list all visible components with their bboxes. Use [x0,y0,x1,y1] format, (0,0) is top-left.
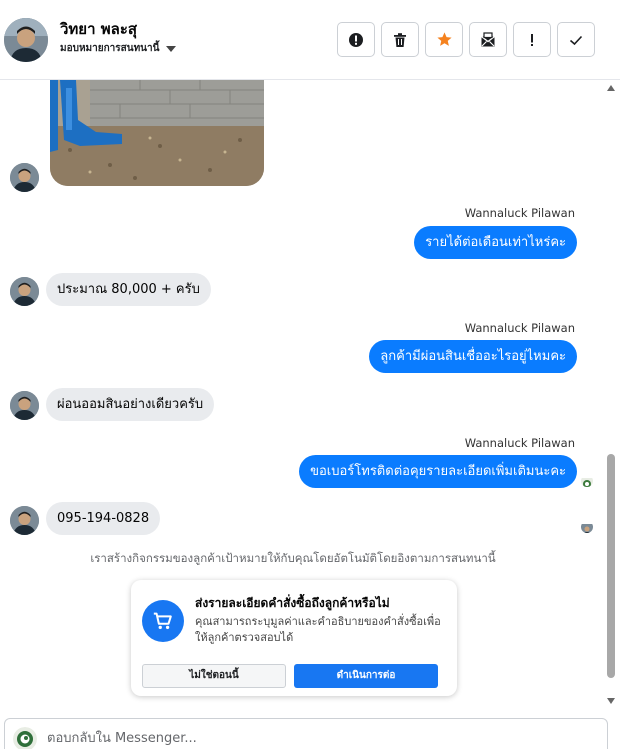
outgoing-message-bubble[interactable]: รายได้ต่อเดือนเท่าไหร่คะ [414,226,577,259]
star-icon [436,32,452,46]
contact-avatar[interactable] [4,18,48,62]
not-now-button[interactable]: ไม่ใช่ตอนนี้ [142,664,286,688]
assign-conversation-dropdown[interactable]: มอบหมายการสนทนานี้ [60,41,177,56]
header-actions [337,22,595,57]
contact-avatar-small [10,277,39,306]
cart-icon [142,600,184,642]
incoming-message-bubble[interactable]: 095-194-0828 [46,502,161,535]
caret-down-icon [166,45,177,52]
contact-name: วิทยา พละสุ [60,20,138,38]
incoming-message-bubble[interactable]: ประมาณ 80,000 + ครับ [46,273,211,306]
sender-name: Wannaluck Pilawan [464,321,575,335]
mark-spam-button[interactable] [337,22,375,57]
star-button[interactable] [425,22,463,57]
outgoing-message-bubble[interactable]: ลูกค้ามีผ่อนสินเชื่ออะไรอยู่ไหมคะ [369,340,577,373]
contact-avatar-small [10,163,39,192]
sender-name: Wannaluck Pilawan [464,436,575,450]
sender-name: Wannaluck Pilawan [464,206,575,220]
seen-indicator-avatar [581,475,593,487]
outgoing-message-bubble[interactable]: ขอเบอร์โทรติดต่อคุยรายละเอียดเพิ่มเติมนะ… [299,455,577,488]
contact-avatar-small [10,391,39,420]
trash-icon [394,32,406,47]
order-details-card: ส่งรายละเอียดคำสั่งซื้อถึงลูกค้าหรือไม่ … [131,580,457,696]
order-card-title: ส่งรายละเอียดคำสั่งซื้อถึงลูกค้าหรือไม่ [195,596,390,610]
mark-unread-button[interactable] [469,22,507,57]
exclamation-icon [531,33,533,46]
continue-button[interactable]: ดำเนินการต่อ [294,664,438,688]
order-card-description: คุณสามารถระบุมูลค่าและคำอธิบายของคำสั่งซ… [195,615,441,644]
contact-avatar-small [10,506,39,535]
system-note: เราสร้างกิจกรรมของลูกค้าเป้าหมายให้กับคุ… [90,551,496,565]
reply-input[interactable] [47,728,587,748]
mail-icon [481,31,495,46]
seen-indicator-avatar [581,521,593,533]
check-icon [569,35,583,45]
conversation-header: วิทยา พละสุ มอบหมายการสนทนานี้ [0,0,620,80]
message-image[interactable] [50,80,264,186]
follow-up-button[interactable] [513,22,551,57]
scroll-down-arrow-icon[interactable] [607,698,615,704]
message-scrollbar[interactable] [605,82,617,708]
assign-label: มอบหมายการสนทนานี้ [60,43,160,54]
message-composer [4,718,608,749]
delete-button[interactable] [381,22,419,57]
mark-done-button[interactable] [557,22,595,57]
scroll-up-arrow-icon[interactable] [607,85,615,91]
alert-circle-icon [349,32,363,47]
page-logo-icon [13,727,37,749]
incoming-message-bubble[interactable]: ผ่อนออมสินอย่างเดียวครับ [46,388,215,421]
scroll-thumb[interactable] [607,454,615,678]
